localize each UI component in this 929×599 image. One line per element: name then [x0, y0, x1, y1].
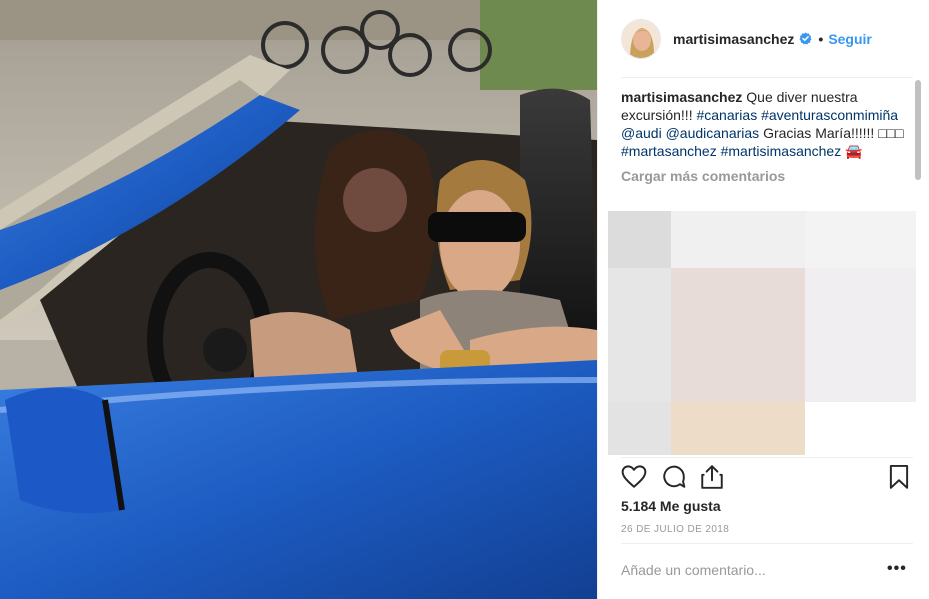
- mention-link[interactable]: @audicanarias: [666, 125, 760, 141]
- avatar-image: [622, 19, 660, 58]
- heart-icon[interactable]: [621, 464, 647, 490]
- comments-scrollbar[interactable]: [915, 80, 921, 180]
- comments-area: martisimasanchez Que diver nuestra excur…: [621, 88, 911, 184]
- likes-count[interactable]: 5.184 Me gusta: [621, 498, 721, 514]
- hashtag-link[interactable]: #martasanchez: [621, 143, 717, 159]
- pixel-cell: [671, 211, 805, 268]
- pixel-cell: [671, 402, 805, 455]
- comment-input[interactable]: [621, 555, 861, 585]
- post-side-panel: martisimasanchez • Seguir martisimasanch…: [597, 0, 929, 599]
- mention-link[interactable]: @audi: [621, 125, 662, 141]
- hashtag-link[interactable]: #canarias: [696, 107, 757, 123]
- pixel-cell: [805, 211, 916, 268]
- caption-username[interactable]: martisimasanchez: [621, 89, 742, 105]
- pixel-cell: [608, 402, 671, 455]
- photo-illustration: [0, 0, 597, 599]
- follow-button[interactable]: Seguir: [828, 31, 872, 47]
- avatar[interactable]: [621, 18, 661, 59]
- post-actions-bar: [621, 462, 913, 494]
- load-more-comments-button[interactable]: Cargar más comentarios: [621, 168, 911, 184]
- car-emoji: 🚘: [845, 143, 863, 159]
- comment-divider: [621, 543, 913, 544]
- header-separator: •: [818, 30, 824, 47]
- bookmark-icon[interactable]: [886, 464, 912, 490]
- more-options-button[interactable]: •••: [887, 560, 907, 578]
- caption-text: Gracias María!!!!!! □□□: [759, 125, 904, 141]
- comment-bubble-icon[interactable]: [661, 464, 687, 490]
- post-photo: [0, 0, 597, 599]
- hashtag-link[interactable]: #aventurasconmimiña: [761, 107, 898, 123]
- actions-divider: [621, 457, 913, 458]
- pixel-cell: [671, 268, 805, 402]
- pixelated-comment-area: [608, 211, 916, 455]
- post-header: martisimasanchez • Seguir: [598, 0, 929, 77]
- post-caption: martisimasanchez Que diver nuestra excur…: [621, 88, 911, 160]
- pixel-cell: [805, 268, 916, 402]
- verified-badge-icon: [799, 32, 812, 45]
- header-divider: [621, 77, 913, 78]
- post-date[interactable]: 26 DE JULIO DE 2018: [621, 524, 729, 535]
- pixel-cell: [608, 268, 671, 402]
- header-username[interactable]: martisimasanchez: [673, 31, 794, 47]
- pixel-cell: [608, 211, 671, 268]
- pixel-cell: [805, 402, 916, 455]
- share-icon[interactable]: [699, 464, 725, 490]
- hashtag-link[interactable]: #martisimasanchez: [721, 143, 842, 159]
